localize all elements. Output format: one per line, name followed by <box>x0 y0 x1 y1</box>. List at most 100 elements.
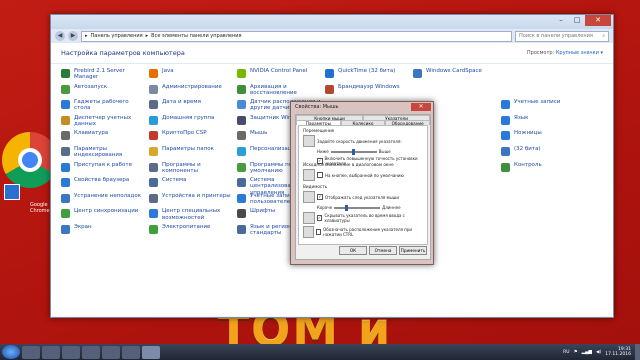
volume-icon[interactable]: ◀) <box>596 350 601 355</box>
control-panel-item[interactable]: Система <box>149 177 233 193</box>
taskbar-explorer-icon[interactable] <box>42 345 60 359</box>
control-panel-item[interactable]: Устройства и принтеры <box>149 193 233 209</box>
control-panel-item-label: Программы и компоненты <box>162 161 201 174</box>
control-panel-item[interactable]: Центр синхронизации <box>61 208 145 224</box>
control-panel-item-label: Дата и время <box>162 99 201 106</box>
control-panel-item[interactable]: Учетные записи <box>501 99 581 115</box>
control-panel-item[interactable]: Параметры индексирования <box>61 146 145 162</box>
control-panel-item[interactable]: Приступая к работе <box>61 162 145 178</box>
ctrl-locate-checkbox[interactable] <box>315 229 322 235</box>
trails-slider[interactable] <box>334 204 381 211</box>
control-panel-item[interactable]: Свойства браузера <box>61 177 145 193</box>
control-panel-empty-cell <box>501 177 581 193</box>
cancel-button[interactable]: Отмена <box>369 246 397 255</box>
dialog-titlebar[interactable]: Свойства: Мышь ✕ <box>291 102 433 112</box>
control-panel-item[interactable]: Автозапуск <box>61 84 145 100</box>
control-panel-item[interactable]: Язык <box>501 115 581 131</box>
applet-icon <box>61 193 70 203</box>
clock[interactable]: 19:31 17.11.2016 <box>605 347 631 357</box>
control-panel-item-label: Центр специальных возможностей <box>162 208 221 221</box>
applet-icon <box>237 146 246 156</box>
start-button[interactable] <box>2 345 20 359</box>
search-placeholder: Поиск в панели управления <box>519 33 593 39</box>
breadcrumb-item[interactable]: Все элементы панели управления <box>151 33 241 39</box>
hide-pointer-checkbox[interactable]: ✓ <box>316 215 323 221</box>
control-panel-item[interactable]: Устранение неполадок <box>61 193 145 209</box>
control-panel-item[interactable]: Диспетчер учетных данных <box>61 115 145 131</box>
desktop-shortcut-icon[interactable] <box>4 184 20 200</box>
control-panel-item-label: Учетные записи <box>514 99 561 106</box>
taskbar-media-icon[interactable] <box>62 345 80 359</box>
apply-button[interactable]: Применить <box>399 246 427 255</box>
trails-slider-thumb[interactable] <box>344 204 348 211</box>
applet-icon <box>237 69 246 78</box>
control-panel-item[interactable]: NVIDIA Control Panel <box>237 68 321 84</box>
applet-icon <box>61 100 70 110</box>
applet-icon <box>237 131 246 141</box>
language-indicator[interactable]: RU <box>563 350 569 355</box>
view-mode-value[interactable]: Крупные значки ▾ <box>556 50 603 56</box>
applet-icon <box>413 69 422 78</box>
taskbar-app-icon[interactable] <box>82 345 100 359</box>
control-panel-item[interactable]: Экран <box>61 224 145 240</box>
control-panel-item[interactable]: Firebird 2.1 Server Manager <box>61 68 145 84</box>
control-panel-item[interactable]: Программы и компоненты <box>149 162 233 178</box>
trails-short-label: Короче <box>317 205 333 210</box>
taskbar-app-icon[interactable] <box>102 345 120 359</box>
minimize-icon[interactable]: – <box>553 15 569 26</box>
applet-icon <box>61 115 70 125</box>
control-panel-empty-cell <box>501 224 581 240</box>
control-panel-item[interactable]: Брандмауэр Windows <box>325 84 409 100</box>
control-panel-item[interactable]: Центр специальных возможностей <box>149 208 233 224</box>
breadcrumb-item[interactable]: Панель управления <box>91 33 143 39</box>
taskbar-ie-icon[interactable] <box>22 345 40 359</box>
back-icon[interactable]: ◀ <box>55 31 65 41</box>
search-input[interactable]: Поиск в панели управления ⌕ <box>515 30 609 42</box>
taskbar-chrome-icon[interactable] <box>122 345 140 359</box>
control-panel-item[interactable]: Гаджеты рабочего стола <box>61 99 145 115</box>
snap-group: Исходное положение в диалоговом окне На … <box>303 162 404 181</box>
control-panel-item[interactable]: Архивация и восстановление <box>237 84 321 100</box>
dialog-close-icon[interactable]: ✕ <box>411 103 431 111</box>
window-titlebar[interactable]: – □ ✕ <box>51 15 613 29</box>
control-panel-item[interactable]: QuickTime (32 бита) <box>325 68 409 84</box>
taskbar-control-panel-icon[interactable] <box>142 345 160 359</box>
dialog-content: Кнопки мыши Указатели Параметры указател… <box>295 114 431 260</box>
control-panel-item-label: Приступая к работе <box>74 161 132 168</box>
snap-checkbox[interactable] <box>317 172 323 178</box>
trails-icon <box>303 191 315 203</box>
applet-icon <box>501 100 510 110</box>
control-panel-item[interactable]: Windows CardSpace <box>413 68 497 84</box>
applet-icon <box>501 115 510 125</box>
ok-button[interactable]: ОК <box>339 246 367 255</box>
applet-icon <box>61 162 70 172</box>
control-panel-item[interactable]: КриптоПро CSP <box>149 130 233 146</box>
network-icon[interactable]: ▂▄▆ <box>582 350 592 355</box>
control-panel-item[interactable]: Дата и время <box>149 99 233 115</box>
address-field[interactable]: ▸ Панель управления ▸ Все элементы панел… <box>81 30 512 42</box>
view-mode-selector[interactable]: Просмотр: Крупные значки ▾ <box>527 50 603 56</box>
control-panel-item[interactable]: Контроль <box>501 162 581 178</box>
close-icon[interactable]: ✕ <box>585 15 611 26</box>
applet-icon <box>149 146 158 156</box>
speed-slider[interactable] <box>330 148 377 155</box>
control-panel-item[interactable]: Параметры папок <box>149 146 233 162</box>
show-desktop-button[interactable] <box>635 344 640 360</box>
trails-checkbox[interactable]: ✓ <box>317 194 323 200</box>
control-panel-item[interactable]: Администрирование <box>149 84 233 100</box>
control-panel-item[interactable]: (32 бита) <box>501 146 581 162</box>
speed-slider-thumb[interactable] <box>352 148 356 155</box>
maximize-icon[interactable]: □ <box>569 15 585 26</box>
trails-label: Отображать след указателя мыши <box>325 194 399 200</box>
control-panel-item[interactable]: Клавиатура <box>61 130 145 146</box>
control-panel-item[interactable]: Домашняя группа <box>149 115 233 131</box>
control-panel-item[interactable]: Ножницы <box>501 130 581 146</box>
control-panel-item[interactable]: Java <box>149 68 233 84</box>
forward-icon[interactable]: ▶ <box>68 31 78 41</box>
panel-header: Настройка параметров компьютера Просмотр… <box>51 43 613 64</box>
control-panel-item[interactable]: Электропитание <box>149 224 233 240</box>
applet-icon <box>61 224 70 234</box>
control-panel-item-label: Администрирование <box>162 83 222 90</box>
flag-icon[interactable]: ⚑ <box>574 350 578 355</box>
snap-label: На кнопке, выбранной по умолчанию <box>325 172 404 178</box>
